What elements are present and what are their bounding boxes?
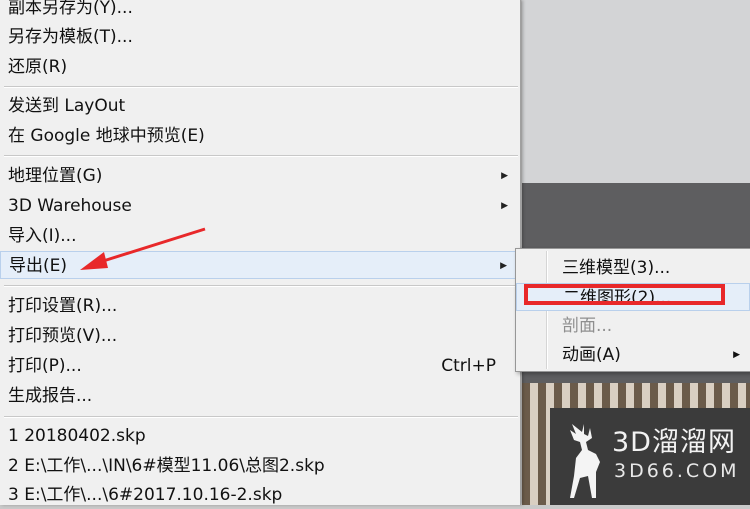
annotation-highlight-box (524, 284, 725, 305)
menu-item-geo-location[interactable]: 地理位置(G) ▶ (0, 162, 520, 190)
menu-item-export[interactable]: 导出(E) ▶ (0, 251, 520, 279)
submenu-arrow-icon: ▶ (501, 171, 508, 181)
submenu-item-label: 三维模型(3)... (562, 258, 671, 278)
menu-item-label: 生成报告... (8, 386, 93, 406)
menu-item-3d-warehouse[interactable]: 3D Warehouse ▶ (0, 192, 520, 220)
menu-item-save-copy-as[interactable]: 副本另存为(Y)... (0, 0, 520, 22)
menu-item-import[interactable]: 导入(I)... (0, 222, 520, 250)
menu-separator (4, 285, 518, 287)
submenu-item-3d-model[interactable]: 三维模型(3)... (516, 254, 750, 282)
menu-item-label: 3D Warehouse (8, 196, 132, 216)
menu-item-print[interactable]: 打印(P)... Ctrl+P (0, 352, 520, 380)
menu-item-label: 打印预览(V)... (8, 326, 118, 346)
menu-item-label: 地理位置(G) (8, 166, 103, 186)
menu-item-label: 打印设置(R)... (8, 296, 118, 316)
submenu-arrow-icon: ▶ (501, 201, 508, 211)
submenu-item-label: 动画(A) (562, 345, 621, 365)
submenu-arrow-icon: ▶ (733, 350, 740, 360)
menu-item-label: 副本另存为(Y)... (8, 0, 133, 18)
submenu-item-animation[interactable]: 动画(A) ▶ (516, 341, 750, 369)
menu-item-preview-google-earth[interactable]: 在 Google 地球中预览(E) (0, 122, 520, 150)
menu-item-label: 发送到 LayOut (8, 96, 126, 116)
menu-item-print-preview[interactable]: 打印预览(V)... (0, 322, 520, 350)
menu-item-save-as-template[interactable]: 另存为模板(T)... (0, 23, 520, 51)
menu-item-label: 导出(E) (9, 256, 68, 276)
menu-separator (4, 155, 518, 157)
railing-bar (530, 383, 538, 505)
menu-item-label: 2 E:\工作\...\IN\6#模型11.06\总图2.skp (8, 456, 325, 476)
menu-item-recent-file-1[interactable]: 1 20180402.skp (0, 422, 520, 450)
menu-item-label: 另存为模板(T)... (8, 27, 133, 47)
menu-item-print-setup[interactable]: 打印设置(R)... (0, 292, 520, 320)
menu-item-revert[interactable]: 还原(R) (0, 53, 520, 81)
submenu-arrow-icon: ▶ (500, 261, 507, 271)
file-menu: 副本另存为(Y)... 另存为模板(T)... 还原(R) 发送到 LayOut… (0, 0, 521, 505)
menu-item-label: 打印(P)... (8, 356, 82, 376)
menu-item-label: 在 Google 地球中预览(E) (8, 126, 205, 146)
export-submenu: 三维模型(3)... 二维图形(2)... 剖面... 动画(A) ▶ (515, 248, 750, 372)
deer-logo-icon (570, 424, 600, 498)
watermark-title: 3D溜溜网 (612, 427, 736, 458)
submenu-item-label: 剖面... (562, 316, 613, 336)
menu-separator (4, 416, 518, 418)
watermark-domain: 3D66.COM (614, 460, 740, 482)
menu-item-recent-file-2[interactable]: 2 E:\工作\...\IN\6#模型11.06\总图2.skp (0, 452, 520, 480)
menu-item-label: 1 20180402.skp (8, 426, 146, 446)
menu-item-label: 还原(R) (8, 57, 68, 77)
menu-shortcut: Ctrl+P (441, 356, 496, 376)
menu-item-generate-report[interactable]: 生成报告... (0, 382, 520, 410)
menu-separator (4, 86, 518, 88)
submenu-item-section: 剖面... (516, 312, 750, 340)
menu-item-send-to-layout[interactable]: 发送到 LayOut (0, 92, 520, 120)
menu-item-label: 导入(I)... (8, 226, 77, 246)
